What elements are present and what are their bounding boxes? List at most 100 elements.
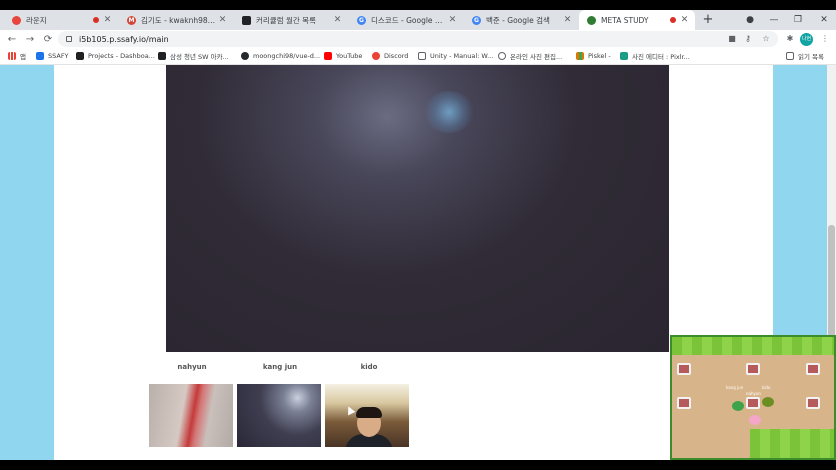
camera-icon[interactable]: ■ [724,30,740,48]
tab-title: 커리큘럼 월간 목록 [256,15,316,25]
lock-icon [66,36,72,42]
tab-close-icon[interactable]: ✕ [218,15,227,25]
os-taskbar [0,460,836,470]
pixlr-icon [620,52,628,60]
minimize-button[interactable]: — [764,10,784,30]
minimap-grass [750,429,834,458]
tab-close-icon[interactable]: ✕ [103,15,112,25]
bookmark-github[interactable]: moongchi98/vue-d... [241,48,320,64]
unity-icon [418,52,426,60]
bookmark-photo-editor[interactable]: 온라인 사진 편집... [498,48,562,64]
tab-close-icon[interactable]: ✕ [448,15,457,25]
close-window-button[interactable]: ✕ [814,10,834,30]
browser-tab-bar: 라운지 ✕ M 김기도 - kwaknh98@gmail... ✕ 커리큘럼 월… [0,10,836,30]
player-avatar [732,401,744,411]
participant-name: kido [360,363,378,371]
player-label: nahyun [746,391,761,396]
minimap-desk [806,363,820,375]
bookmark-label: 삼성 청년 SW 아카... [170,53,229,61]
tab-curriculum[interactable]: 커리큘럼 월간 목록 ✕ [234,10,348,30]
minimap-desk [677,397,691,409]
main-video-stream[interactable] [166,65,669,352]
github-icon [241,52,249,60]
bookmark-label: SSAFY [48,52,69,60]
gmail-favicon-icon: M [127,15,136,25]
maximize-button[interactable]: ❐ [788,10,808,30]
bookmark-pixlr[interactable]: 사진 에디터 : Pixlr... [620,48,690,64]
tab-search-button[interactable]: ● [740,10,760,30]
reload-button[interactable]: ⟳ [39,34,57,45]
forward-button[interactable]: → [21,34,39,45]
piskel-icon [576,52,584,60]
video-light-glow [424,91,474,133]
bookmark-ssafy-academy[interactable]: 삼성 청년 SW 아카... [158,48,229,64]
url-text: i5b105.p.ssafy.io/main [79,34,169,44]
tab-close-icon[interactable]: ✕ [333,15,342,25]
profile-avatar[interactable]: 나현 [800,33,813,46]
bookmark-label: Piskel - [588,52,611,60]
bookmark-label: 사진 에디터 : Pixlr... [632,53,690,61]
notion-favicon-icon [242,15,251,25]
tab-title: 백준 - Google 검색 [486,15,550,25]
reading-list-label: 읽기 목록 [798,53,824,61]
bookmark-apps[interactable]: 앱 [8,48,26,64]
tab-baekjoon-search[interactable]: G 백준 - Google 검색 ✕ [464,10,578,30]
bookmark-label: Unity - Manual: W... [430,52,494,60]
tab-title: 라운지 [26,15,47,25]
participant-name: nahyun [177,363,207,371]
apps-grid-icon [8,52,16,60]
recording-indicator-icon [93,17,99,23]
tab-close-icon[interactable]: ✕ [563,15,572,25]
tab-meta-study[interactable]: META STUDY ✕ [579,10,695,30]
tab-discord-search[interactable]: G 디스코드 - Google 검색 ✕ [349,10,463,30]
menu-icon[interactable]: ⋮ [817,30,833,48]
bookmarks-bar: 앱 SSAFY Projects - Dashboa... 삼성 청년 SW 아… [0,48,836,65]
key-icon[interactable]: ⚷ [740,30,756,48]
participant-video-thumbnail[interactable] [237,384,321,447]
discord-icon [372,52,380,60]
bookmark-discord[interactable]: Discord [372,48,408,64]
new-tab-button[interactable]: + [701,10,715,30]
tab-title: 김기도 - kwaknh98@gmail... [141,15,218,25]
google-favicon-icon: G [472,15,481,25]
tab-title: 디스코드 - Google 검색 [371,15,448,25]
participant-name: kang jun [262,363,298,371]
reading-list-icon [786,52,794,60]
bookmark-label: 앱 [20,53,26,61]
notion-icon [158,52,166,60]
bookmark-label: 온라인 사진 편집... [510,53,563,61]
participant-video-thumbnail[interactable] [325,384,409,447]
google-favicon-icon: G [357,15,366,25]
tab-title: META STUDY [601,15,649,25]
participant-video-thumbnail[interactable] [149,384,233,447]
player-avatar [749,415,761,425]
bookmark-star-icon[interactable]: ☆ [758,30,774,48]
browser-toolbar: ← → ⟳ i5b105.p.ssafy.io/main ■ ⚷ ☆ ✱ 나현 … [0,30,836,48]
youtube-icon [324,52,332,60]
extensions-icon[interactable]: ✱ [782,30,798,48]
back-button[interactable]: ← [3,34,21,45]
game-minimap[interactable]: kang jun kido nahyun [670,335,836,460]
bookmark-label: Projects - Dashboa... [88,52,155,60]
address-bar[interactable]: i5b105.p.ssafy.io/main [58,31,778,47]
bookmark-label: moongchi98/vue-d... [253,52,321,60]
bookmark-youtube[interactable]: YouTube [324,48,362,64]
bookmark-label: YouTube [336,52,363,60]
bookmark-ssafy[interactable]: SSAFY [36,48,69,64]
bookmark-piskel[interactable]: Piskel - [576,48,611,64]
minimap-grass [672,337,834,355]
person-hair [356,407,382,418]
tab-gmail[interactable]: M 김기도 - kwaknh98@gmail... ✕ [119,10,233,30]
bookmark-projects[interactable]: Projects - Dashboa... [76,48,155,64]
meet-favicon-icon [12,15,21,25]
bookmark-label: Discord [384,52,409,60]
page-viewport: nahyun kang jun kido kang jun kido nahyu… [0,65,836,460]
tab-close-icon[interactable]: ✕ [680,15,689,25]
notion-icon [76,52,84,60]
minimap-desk [677,363,691,375]
bookmark-unity[interactable]: Unity - Manual: W... [418,48,493,64]
player-label: kang jun [726,385,744,390]
reading-list[interactable]: 읽기 목록 [786,48,824,64]
photo-editor-icon [498,52,506,60]
tab-lounge[interactable]: 라운지 ✕ [4,10,118,30]
